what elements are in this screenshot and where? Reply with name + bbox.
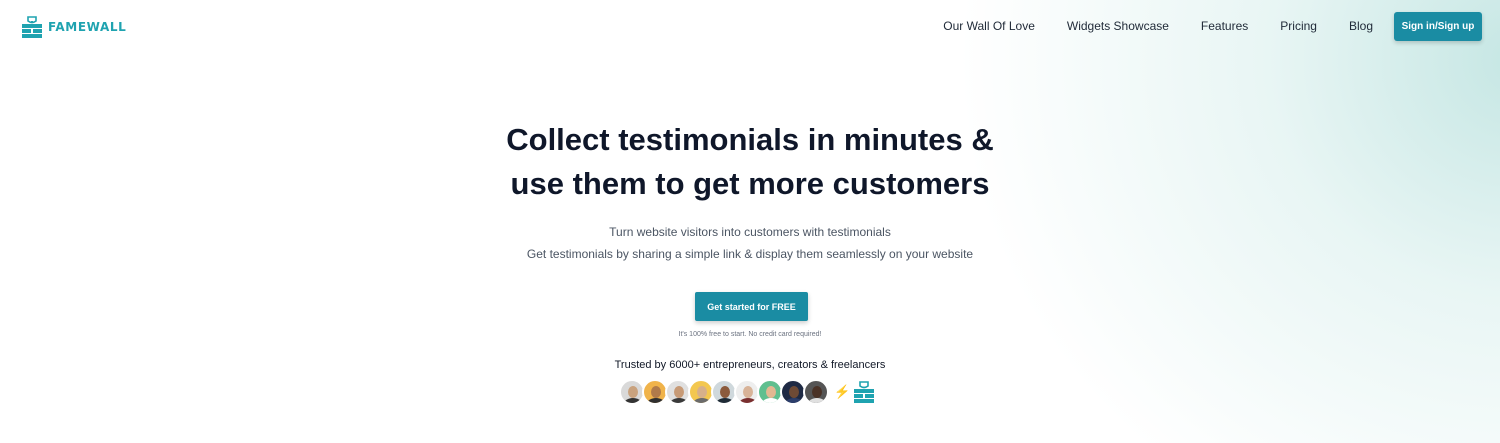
avatar-body <box>762 398 780 403</box>
avatar-face <box>628 386 638 398</box>
main-nav: Our Wall Of Love Widgets Showcase Featur… <box>943 11 1482 41</box>
famewall-small-logo-icon <box>854 381 875 403</box>
hero-headline: Collect testimonials in minutes & use th… <box>0 118 1500 206</box>
free-note: It's 100% free to start. No credit card … <box>678 331 822 338</box>
top-navigation-bar: FAMEWALL Our Wall Of Love Widgets Showca… <box>0 0 1500 52</box>
avatar-9 <box>803 379 829 405</box>
hero-section: Collect testimonials in minutes & use th… <box>0 118 1500 265</box>
brand-name: FAMEWALL <box>48 20 127 34</box>
hero-subtitle: Turn website visitors into customers wit… <box>0 221 1500 265</box>
avatar-face <box>743 386 753 398</box>
subtitle-line-2: Get testimonials by sharing a simple lin… <box>526 247 974 261</box>
nav-pricing[interactable]: Pricing <box>1280 19 1317 33</box>
nav-features[interactable]: Features <box>1201 19 1248 33</box>
avatar-face <box>697 386 707 398</box>
avatar-body <box>693 398 711 403</box>
avatar-face <box>766 386 776 398</box>
customer-avatars: ⚡ <box>619 379 876 405</box>
avatar-face <box>674 386 684 398</box>
avatar-body <box>670 398 688 403</box>
brand-logo-link[interactable]: FAMEWALL <box>20 16 126 38</box>
avatar-body <box>624 398 642 403</box>
avatar-body <box>739 398 757 403</box>
trusted-by-text: Trusted by 6000+ entrepreneurs, creators… <box>614 359 886 371</box>
avatar-face <box>789 386 799 398</box>
avatar-body <box>716 398 734 403</box>
nav-widgets-showcase[interactable]: Widgets Showcase <box>1067 19 1169 33</box>
famewall-logo-icon <box>22 16 42 38</box>
avatar-body <box>808 398 826 403</box>
signin-signup-button[interactable]: Sign in/Sign up <box>1394 11 1482 41</box>
avatar-body <box>647 398 665 403</box>
headline-line-2: use them to get more customers <box>510 166 990 201</box>
cta-container: Get started for FREE <box>695 292 808 321</box>
lightning-bolt-icon: ⚡ <box>834 384 851 399</box>
headline-line-1: Collect testimonials in minutes & <box>506 122 994 157</box>
avatar-face <box>720 386 730 398</box>
avatar-face <box>812 386 822 398</box>
get-started-button[interactable]: Get started for FREE <box>695 292 808 321</box>
subtitle-line-1: Turn website visitors into customers wit… <box>609 225 891 239</box>
nav-wall-of-love[interactable]: Our Wall Of Love <box>943 19 1035 33</box>
avatar-face <box>651 386 661 398</box>
nav-blog[interactable]: Blog <box>1349 19 1373 33</box>
avatar-body <box>785 398 803 403</box>
